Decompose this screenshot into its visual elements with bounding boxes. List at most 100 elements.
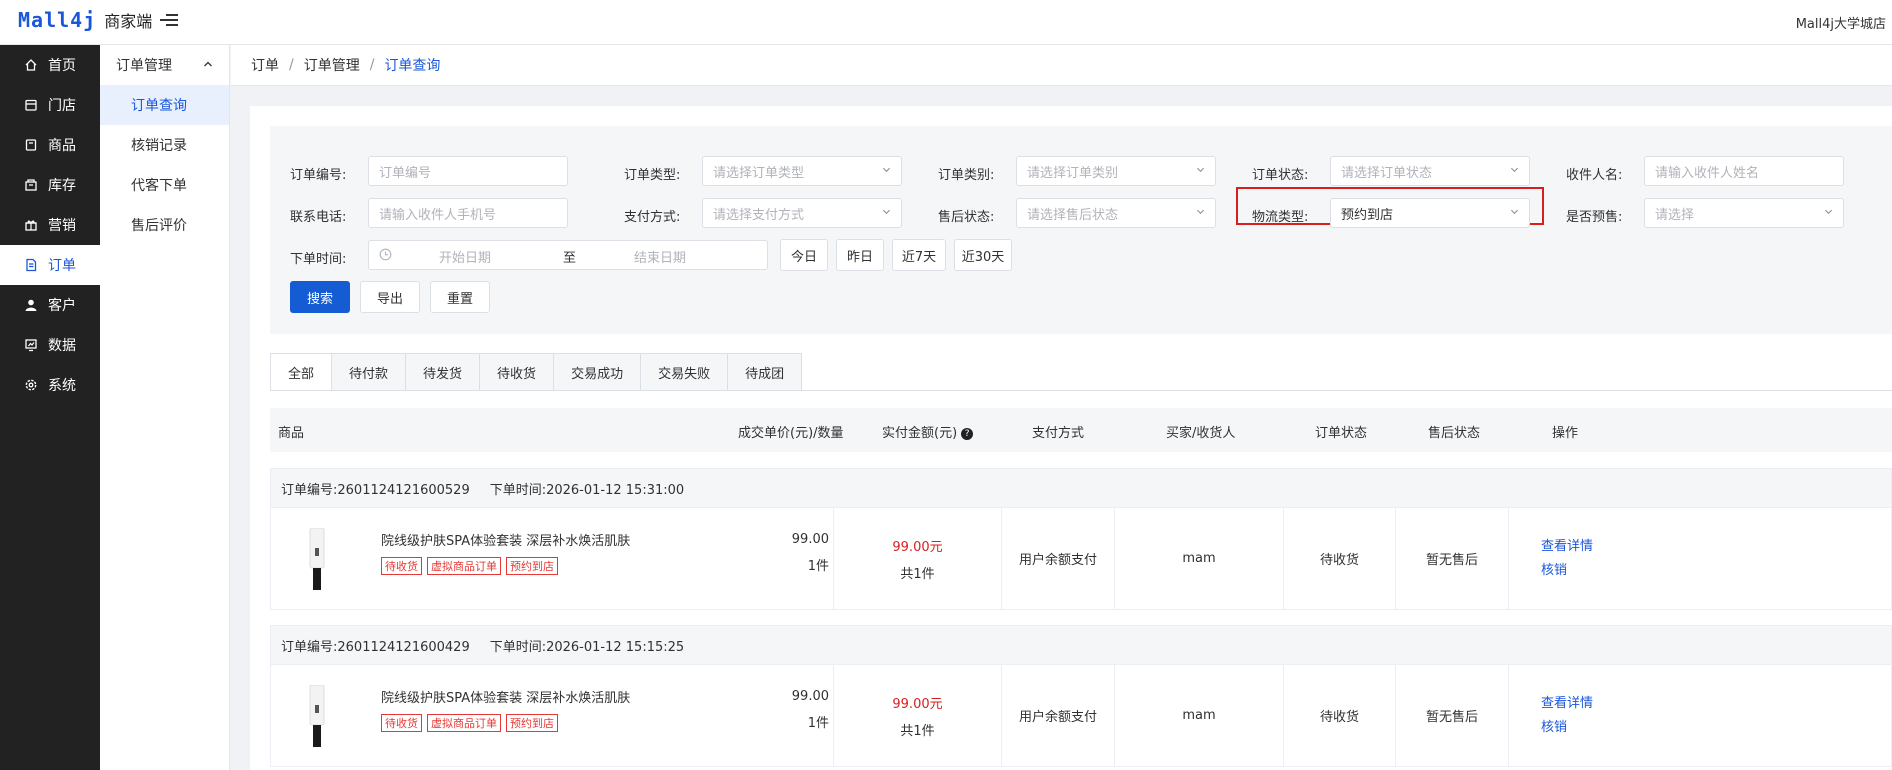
order-icon <box>24 258 38 272</box>
menu-toggle-icon[interactable] <box>160 11 178 29</box>
chevron-down-icon <box>1196 209 1205 215</box>
after-sale-placeholder: 请选择售后状态 <box>1027 207 1119 223</box>
pay-method-placeholder: 请选择支付方式 <box>713 207 805 223</box>
logistics-type-value: 预约到店 <box>1341 207 1394 223</box>
chevron-down-icon <box>1824 209 1833 215</box>
chevron-down-icon <box>1510 167 1519 173</box>
sidebar-item-home[interactable]: 首页 <box>0 45 100 85</box>
submenu-item-verify-records[interactable]: 核销记录 <box>100 125 229 165</box>
last-30-days-button[interactable]: 近30天 <box>954 239 1012 271</box>
logistics-type-select[interactable]: 预约到店 <box>1330 198 1530 228</box>
tab-completed[interactable]: 交易成功 <box>554 353 642 391</box>
operation-cell: 查看详情 核销 <box>1508 508 1668 609</box>
chart-icon <box>24 338 38 352</box>
phone-placeholder: 请输入收件人手机号 <box>379 207 497 223</box>
tab-pending-receipt[interactable]: 待收货 <box>480 353 555 391</box>
order-status: 待收货 <box>1283 508 1395 609</box>
breadcrumb-item[interactable]: 订单 <box>251 55 279 75</box>
order-status-tabs: 全部 待付款 待发货 待收货 交易成功 交易失败 待成团 <box>270 353 803 391</box>
order-type-select[interactable]: 请选择订单类型 <box>702 156 902 186</box>
virtual-order-badge: 虚拟商品订单 <box>427 557 501 575</box>
sidebar-item-label: 数据 <box>48 338 76 354</box>
sidebar-item-label: 订单 <box>48 258 76 274</box>
sidebar-item-inventory[interactable]: 库存 <box>0 165 100 205</box>
tab-pending-group[interactable]: 待成团 <box>728 353 803 391</box>
sidebar-item-label: 库存 <box>48 178 76 194</box>
sidebar-item-order[interactable]: 订单 <box>0 245 100 285</box>
tab-pending-shipment[interactable]: 待发货 <box>406 353 481 391</box>
product-image[interactable] <box>307 528 327 590</box>
sidebar-item-goods[interactable]: 商品 <box>0 125 100 165</box>
order-category-select[interactable]: 请选择订单类别 <box>1016 156 1216 186</box>
submenu-item-order-query[interactable]: 订单查询 <box>100 85 229 125</box>
order-status-placeholder: 请选择订单状态 <box>1341 165 1433 181</box>
product-name[interactable]: 院线级护肤SPA体验套装 深层补水焕活肌肤 <box>381 687 630 706</box>
tab-failed[interactable]: 交易失败 <box>641 353 729 391</box>
pay-method: 用户余额支付 <box>1001 508 1114 609</box>
submenu-item-proxy-order[interactable]: 代客下单 <box>100 165 229 205</box>
sidebar-item-system[interactable]: 系统 <box>0 365 100 405</box>
order-header: 订单编号:2601124121600529 下单时间:2026-01-12 15… <box>271 469 1891 508</box>
chevron-down-icon <box>882 209 891 215</box>
search-button[interactable]: 搜索 <box>290 281 350 313</box>
order-tags: 待收货 虚拟商品订单 预约到店 <box>381 714 558 732</box>
order-date-range[interactable]: 开始日期 至 结束日期 <box>368 240 768 270</box>
phone-input[interactable]: 请输入收件人手机号 <box>368 198 568 228</box>
breadcrumb-separator: / <box>289 57 294 73</box>
date-range-separator: 至 <box>563 251 577 266</box>
view-detail-link[interactable]: 查看详情 <box>1541 535 1593 559</box>
order-time: 下单时间:2026-01-12 15:15:25 <box>489 639 685 655</box>
order-no-input[interactable]: 订单编号 <box>368 156 568 186</box>
order-no-placeholder: 订单编号 <box>379 165 432 181</box>
pay-method-select[interactable]: 请选择支付方式 <box>702 198 902 228</box>
verify-link[interactable]: 核销 <box>1541 559 1567 583</box>
last-7-days-button[interactable]: 近7天 <box>892 239 946 271</box>
operation-cell: 查看详情 核销 <box>1508 665 1668 766</box>
status-badge: 待收货 <box>381 557 422 575</box>
paid-amount: 99.00元 <box>892 696 943 712</box>
order-number: 订单编号:2601124121600529 <box>281 482 470 498</box>
end-date-placeholder: 结束日期 <box>634 251 687 266</box>
order-card: 订单编号:2601124121600529 下单时间:2026-01-12 15… <box>270 468 1892 610</box>
sidebar-item-marketing[interactable]: 营销 <box>0 205 100 245</box>
pay-method-label: 支付方式: <box>624 210 681 225</box>
sub-menu: 订单管理 订单查询 核销记录 代客下单 售后评价 <box>100 45 230 770</box>
view-detail-link[interactable]: 查看详情 <box>1541 692 1593 716</box>
submenu-item-after-sale-review[interactable]: 售后评价 <box>100 205 229 245</box>
store-icon <box>24 98 38 112</box>
logo[interactable]: Mall4j 商家端 <box>18 8 152 32</box>
reset-button[interactable]: 重置 <box>430 281 490 313</box>
tab-all[interactable]: 全部 <box>270 353 333 391</box>
breadcrumb: 订单 / 订单管理 / 订单查询 <box>231 45 1892 86</box>
order-status-select[interactable]: 请选择订单状态 <box>1330 156 1530 186</box>
receiver-label: 收件人名: <box>1566 168 1623 183</box>
submenu-group-order-management[interactable]: 订单管理 <box>100 45 229 85</box>
help-icon[interactable]: ? <box>961 428 974 440</box>
order-status-label: 订单状态: <box>1252 168 1309 183</box>
buyer-name: mam <box>1114 508 1283 609</box>
sidebar-item-store[interactable]: 门店 <box>0 85 100 125</box>
tab-pending-payment[interactable]: 待付款 <box>332 353 407 391</box>
filter-panel: 订单编号: 订单编号 订单类型: 请选择订单类型 订单类别: 请选择订单类别 订… <box>270 126 1892 334</box>
after-sale-select[interactable]: 请选择售后状态 <box>1016 198 1216 228</box>
breadcrumb-item[interactable]: 订单管理 <box>304 55 360 75</box>
presale-select[interactable]: 请选择 <box>1644 198 1844 228</box>
today-button[interactable]: 今日 <box>780 239 828 271</box>
chevron-down-icon <box>1510 209 1519 215</box>
receiver-input[interactable]: 请输入收件人姓名 <box>1644 156 1844 186</box>
product-image[interactable] <box>307 685 327 747</box>
shop-name[interactable]: Mall4j大学城店 <box>1796 13 1886 32</box>
sidebar-item-customer[interactable]: 客户 <box>0 285 100 325</box>
main-content: 订单编号: 订单编号 订单类型: 请选择订单类型 订单类别: 请选择订单类别 订… <box>250 106 1892 770</box>
presale-placeholder: 请选择 <box>1655 207 1695 223</box>
status-badge: 待收货 <box>381 714 422 732</box>
product-name[interactable]: 院线级护肤SPA体验套装 深层补水焕活肌肤 <box>381 530 630 549</box>
table-header: 商品 成交单价(元)/数量 实付金额(元)? 支付方式 买家/收货人 订单状态 … <box>270 408 1892 452</box>
reserve-store-badge: 预约到店 <box>506 714 558 732</box>
verify-link[interactable]: 核销 <box>1541 716 1567 740</box>
export-button[interactable]: 导出 <box>360 281 420 313</box>
sidebar-item-data[interactable]: 数据 <box>0 325 100 365</box>
quantity: 1件 <box>807 559 829 574</box>
yesterday-button[interactable]: 昨日 <box>836 239 884 271</box>
sidebar-item-label: 商品 <box>48 138 76 154</box>
